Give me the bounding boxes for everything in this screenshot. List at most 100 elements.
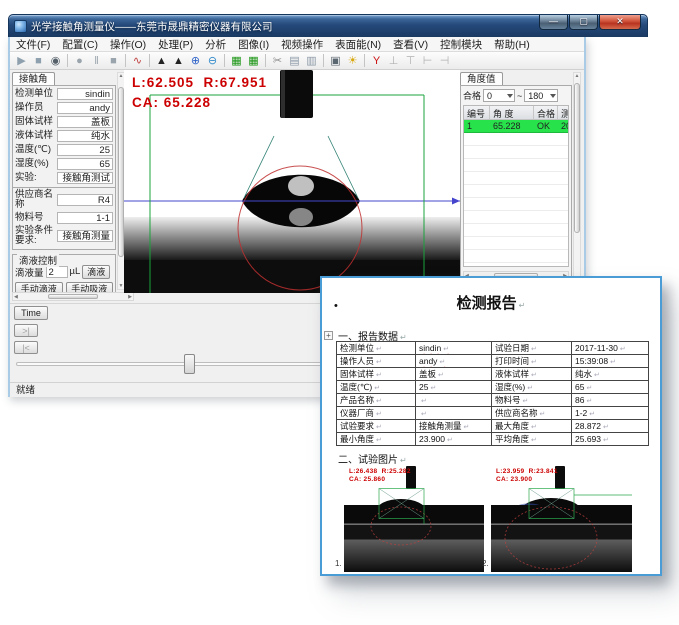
report-section-images: 二、试验图片: [338, 451, 407, 466]
angle-readout-ca: CA: 65.228: [132, 95, 211, 110]
baseline-down-icon[interactable]: ▲: [170, 53, 187, 69]
field-label: 实验条件要求:: [15, 226, 57, 246]
range-max-dropdown[interactable]: 180: [524, 89, 558, 102]
paste-icon[interactable]: ▥: [303, 53, 320, 69]
copy-icon[interactable]: ▤: [286, 53, 303, 69]
pause-icon[interactable]: ‖: [88, 53, 105, 69]
angle-left-icon[interactable]: ⊥: [385, 53, 402, 69]
tilde-label: ~: [517, 91, 522, 101]
bulb-icon[interactable]: ☀: [344, 53, 361, 69]
angle-right-icon[interactable]: ⊤: [402, 53, 419, 69]
field-label: 实验:: [15, 173, 57, 183]
stop-frame-icon[interactable]: ■: [105, 53, 122, 69]
stop-icon[interactable]: ■: [30, 53, 47, 69]
field-input[interactable]: andy: [57, 102, 113, 114]
menu-item-8[interactable]: 查看(V): [387, 37, 434, 52]
image2-readout-ca: CA: 23.900: [496, 476, 532, 483]
roi-grid-icon[interactable]: ▦: [228, 53, 245, 69]
report-cell-value: sindin: [416, 342, 492, 355]
roi-grid2-icon[interactable]: ▦: [245, 53, 262, 69]
report-window[interactable]: • 检测报告 + 一、报告数据 检测单位sindin试验日期2017-11-30…: [320, 276, 662, 576]
angle-row-empty: [464, 133, 568, 146]
angle-row-selected[interactable]: 165.228OK20: [464, 120, 568, 133]
step-forward-button[interactable]: >|: [14, 324, 38, 337]
field-input[interactable]: 接触角测试: [57, 172, 113, 184]
menu-item-4[interactable]: 分析: [199, 37, 232, 52]
angle-tool4-icon[interactable]: ⊣: [436, 53, 453, 69]
tab-angle-values[interactable]: 角度值: [460, 72, 503, 85]
angle-col-header[interactable]: 编号: [464, 106, 490, 119]
toolbar-separator: [224, 54, 225, 67]
field-input[interactable]: 纯水: [57, 130, 113, 142]
report-cell-value: 23.900: [416, 433, 492, 446]
cut-icon[interactable]: ✂: [269, 53, 286, 69]
angle-tool3-icon[interactable]: ⊢: [419, 53, 436, 69]
play-icon[interactable]: ▶: [13, 53, 30, 69]
zoom-out-icon[interactable]: ⊖: [204, 53, 221, 69]
titlebar[interactable]: 光学接触角测量仪——东莞市晟鼎精密仪器有限公司 — ▢ ✕: [8, 14, 648, 37]
image1-readout-lr: L:26.438 R:25.282: [349, 468, 411, 475]
field-group-2: 供应商名称R4物料号1-1实验条件要求:接触角测量: [12, 188, 116, 250]
qualified-label: 合格: [463, 89, 481, 102]
field-input[interactable]: 盖板: [57, 116, 113, 128]
dark-band-2: [344, 525, 484, 540]
menu-item-5[interactable]: 图像(I): [232, 37, 275, 52]
outline-expand-icon[interactable]: +: [324, 331, 333, 340]
angle-values-panel: 角度值 合格 0 ~ 180 编: [460, 72, 572, 286]
angle-measure-icon[interactable]: Y: [368, 53, 385, 69]
close-button[interactable]: ✕: [599, 15, 641, 30]
angle-cell: 1: [464, 120, 490, 132]
dark-band-2: [491, 525, 632, 540]
histogram-icon[interactable]: ∿: [129, 53, 146, 69]
angle-panel-scrollbar[interactable]: ▲▼: [573, 72, 581, 286]
dispense-button[interactable]: 滴液: [82, 265, 110, 279]
menu-item-1[interactable]: 配置(C): [56, 37, 104, 52]
minimize-button[interactable]: —: [539, 15, 568, 30]
field-input[interactable]: 65: [57, 158, 113, 170]
time-button[interactable]: Time: [14, 306, 48, 320]
menu-item-7[interactable]: 表面能(N): [329, 37, 387, 52]
field-input[interactable]: 接触角测量: [57, 230, 113, 242]
surface-line: [344, 524, 484, 525]
field-input[interactable]: R4: [57, 194, 113, 206]
angle-col-header[interactable]: 合格: [534, 106, 558, 119]
menu-item-0[interactable]: 文件(F): [10, 37, 56, 52]
timeline-hscrollbar[interactable]: ◀▶: [12, 292, 134, 301]
record-icon[interactable]: ●: [71, 53, 88, 69]
video-area[interactable]: L:62.505 R:67.951 CA: 65.228: [124, 70, 460, 293]
menu-item-10[interactable]: 帮助(H): [488, 37, 536, 52]
field-label: 操作员: [15, 103, 57, 113]
menu-item-2[interactable]: 操作(O): [104, 37, 152, 52]
field-group-1: 检测单位sindin操作员andy固体试样盖板液体试样纯水温度(℃)25湿度(%…: [12, 85, 116, 188]
toolbar-separator: [323, 54, 324, 67]
playback-slider-handle[interactable]: [184, 354, 195, 374]
field-input[interactable]: 25: [57, 144, 113, 156]
crosshair-icon[interactable]: ⊕: [187, 53, 204, 69]
baseline-up-icon[interactable]: ▲: [153, 53, 170, 69]
angle-row-empty: [464, 224, 568, 237]
report-cell-value: 28.872: [572, 420, 649, 433]
angle-row-empty: [464, 211, 568, 224]
print-icon[interactable]: ▣: [327, 53, 344, 69]
field-input[interactable]: 1-1: [57, 212, 113, 224]
image1-number: 1.: [335, 559, 342, 568]
menu-item-9[interactable]: 控制模块: [434, 37, 488, 52]
camera-icon[interactable]: ◉: [47, 53, 64, 69]
needle-shine: [281, 70, 285, 118]
menu-bar: 文件(F)配置(C)操作(O)处理(P)分析图像(I)视频操作表面能(N)查看(…: [10, 37, 584, 52]
field-row: 液体试样纯水: [15, 130, 113, 142]
angle-col-header[interactable]: 角 度: [490, 106, 534, 119]
angle-col-header[interactable]: 测量时间: [558, 106, 569, 119]
field-row: 湿度(%)65: [15, 158, 113, 170]
angle-table[interactable]: 编号角 度合格测量时间 165.228OK20: [463, 105, 569, 267]
range-min-dropdown[interactable]: 0: [483, 89, 515, 102]
field-input[interactable]: sindin: [57, 88, 113, 100]
volume-input[interactable]: 2: [46, 266, 68, 278]
maximize-button[interactable]: ▢: [569, 15, 598, 30]
report-cell-label: 固体试样: [337, 368, 416, 381]
tab-contact-angle[interactable]: 接触角: [12, 72, 55, 85]
toolbar-separator: [125, 54, 126, 67]
menu-item-3[interactable]: 处理(P): [152, 37, 199, 52]
step-back-button[interactable]: |<: [14, 341, 38, 354]
menu-item-6[interactable]: 视频操作: [275, 37, 329, 52]
